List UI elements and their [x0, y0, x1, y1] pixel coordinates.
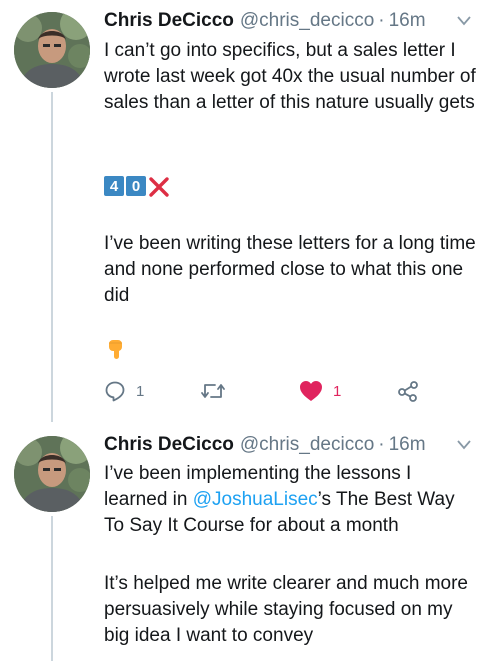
heart-icon — [300, 381, 322, 401]
tweet-paragraph: I can’t go into specifics, but a sales l… — [104, 40, 476, 113]
tweet-header: Chris DeCicco @chris_decicco · 16m — [104, 10, 426, 34]
reply-count: 1 — [136, 382, 145, 400]
pointing-down-icon — [109, 340, 122, 359]
timestamp[interactable]: 16m — [389, 434, 426, 456]
author-handle[interactable]: @chris_decicco — [240, 10, 374, 32]
tweet-text: I can’t go into specifics, but a sales l… — [104, 38, 479, 116]
like-count: 1 — [333, 382, 342, 400]
reply-icon — [105, 381, 125, 402]
keycap-four-emoji: 4 — [104, 176, 124, 196]
author-name[interactable]: Chris DeCicco — [104, 10, 234, 32]
tweet-paragraph: I’ve been writing these letters for a lo… — [104, 233, 476, 306]
reply-button[interactable]: 1 — [104, 377, 144, 405]
emoji-row: 4 0 — [104, 176, 170, 198]
author-name[interactable]: Chris DeCicco — [104, 434, 234, 456]
tweet-text: I’ve been writing these letters for a lo… — [104, 231, 479, 309]
thread-line — [51, 516, 53, 661]
retweet-button[interactable] — [200, 377, 236, 405]
tweet-header: Chris DeCicco @chris_decicco · 16m — [104, 434, 426, 458]
like-button[interactable]: 1 — [299, 377, 341, 405]
chevron-down-icon[interactable] — [457, 16, 471, 26]
thread-line — [51, 92, 53, 422]
retweet-icon — [201, 384, 225, 398]
author-handle[interactable]: @chris_decicco — [240, 434, 374, 456]
cross-mark-icon — [149, 177, 169, 197]
share-button[interactable] — [396, 377, 420, 405]
keycap-zero-emoji: 0 — [126, 176, 146, 196]
tweet-text: I’ve been implementing the lessons I lea… — [104, 461, 479, 539]
separator: · — [378, 10, 385, 31]
tweet-paragraph: I’ve been implementing the lessons I lea… — [104, 461, 479, 539]
separator: · — [378, 434, 385, 455]
tweet-actions: 1 1 — [104, 377, 479, 405]
timestamp[interactable]: 16m — [389, 10, 426, 32]
tweet-text: It’s helped me write clearer and much mo… — [104, 571, 479, 649]
share-icon — [398, 381, 418, 402]
avatar[interactable] — [14, 12, 90, 88]
tweet-paragraph: It’s helped me write clearer and much mo… — [104, 573, 468, 646]
avatar[interactable] — [14, 436, 90, 512]
chevron-down-icon[interactable] — [457, 440, 471, 450]
mention-link[interactable]: @JoshuaLisec — [193, 489, 318, 510]
